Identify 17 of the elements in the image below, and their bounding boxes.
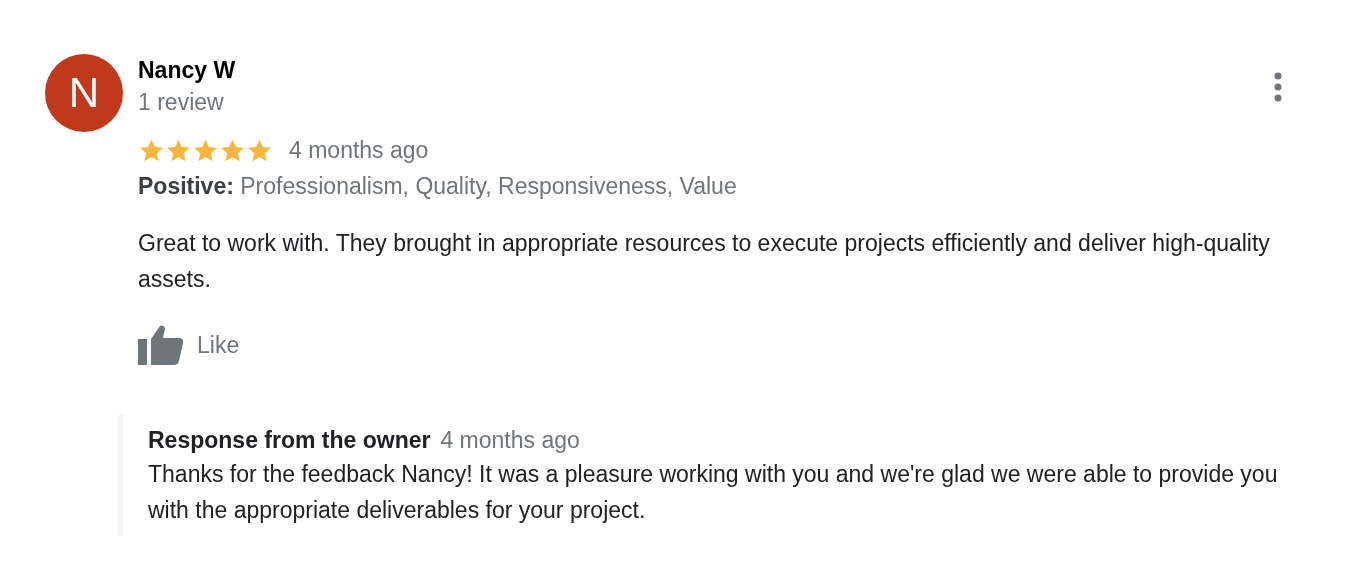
star-icon: [138, 137, 165, 164]
star-icon: [219, 137, 246, 164]
response-title: Response from the owner: [148, 427, 431, 454]
avatar-letter: N: [68, 69, 100, 117]
thumbs-up-icon: [138, 325, 184, 365]
response-text: Thanks for the feedback Nancy! It was a pleasure working with you and we're glad we were able to provide you with the appropriate deliverables for your project.: [148, 460, 1279, 525]
star-icon: [246, 137, 273, 164]
like-button[interactable]: Like: [138, 325, 240, 365]
review-text: Great to work with. They brought in appropriate resources to execute projects efficiently and deliver high-quality assets.: [138, 229, 1271, 294]
author-name[interactable]: Nancy W: [138, 55, 236, 85]
review-count: 1 review: [138, 88, 224, 117]
response-time: 4 months ago: [440, 427, 580, 454]
star-icon: [192, 137, 219, 164]
positive-attributes: Positive: Professionalism, Quality, Responsiveness, Value: [138, 172, 738, 201]
more-options-icon[interactable]: [1273, 72, 1283, 102]
star-icon: [165, 137, 192, 164]
review-time: 4 months ago: [289, 137, 429, 164]
